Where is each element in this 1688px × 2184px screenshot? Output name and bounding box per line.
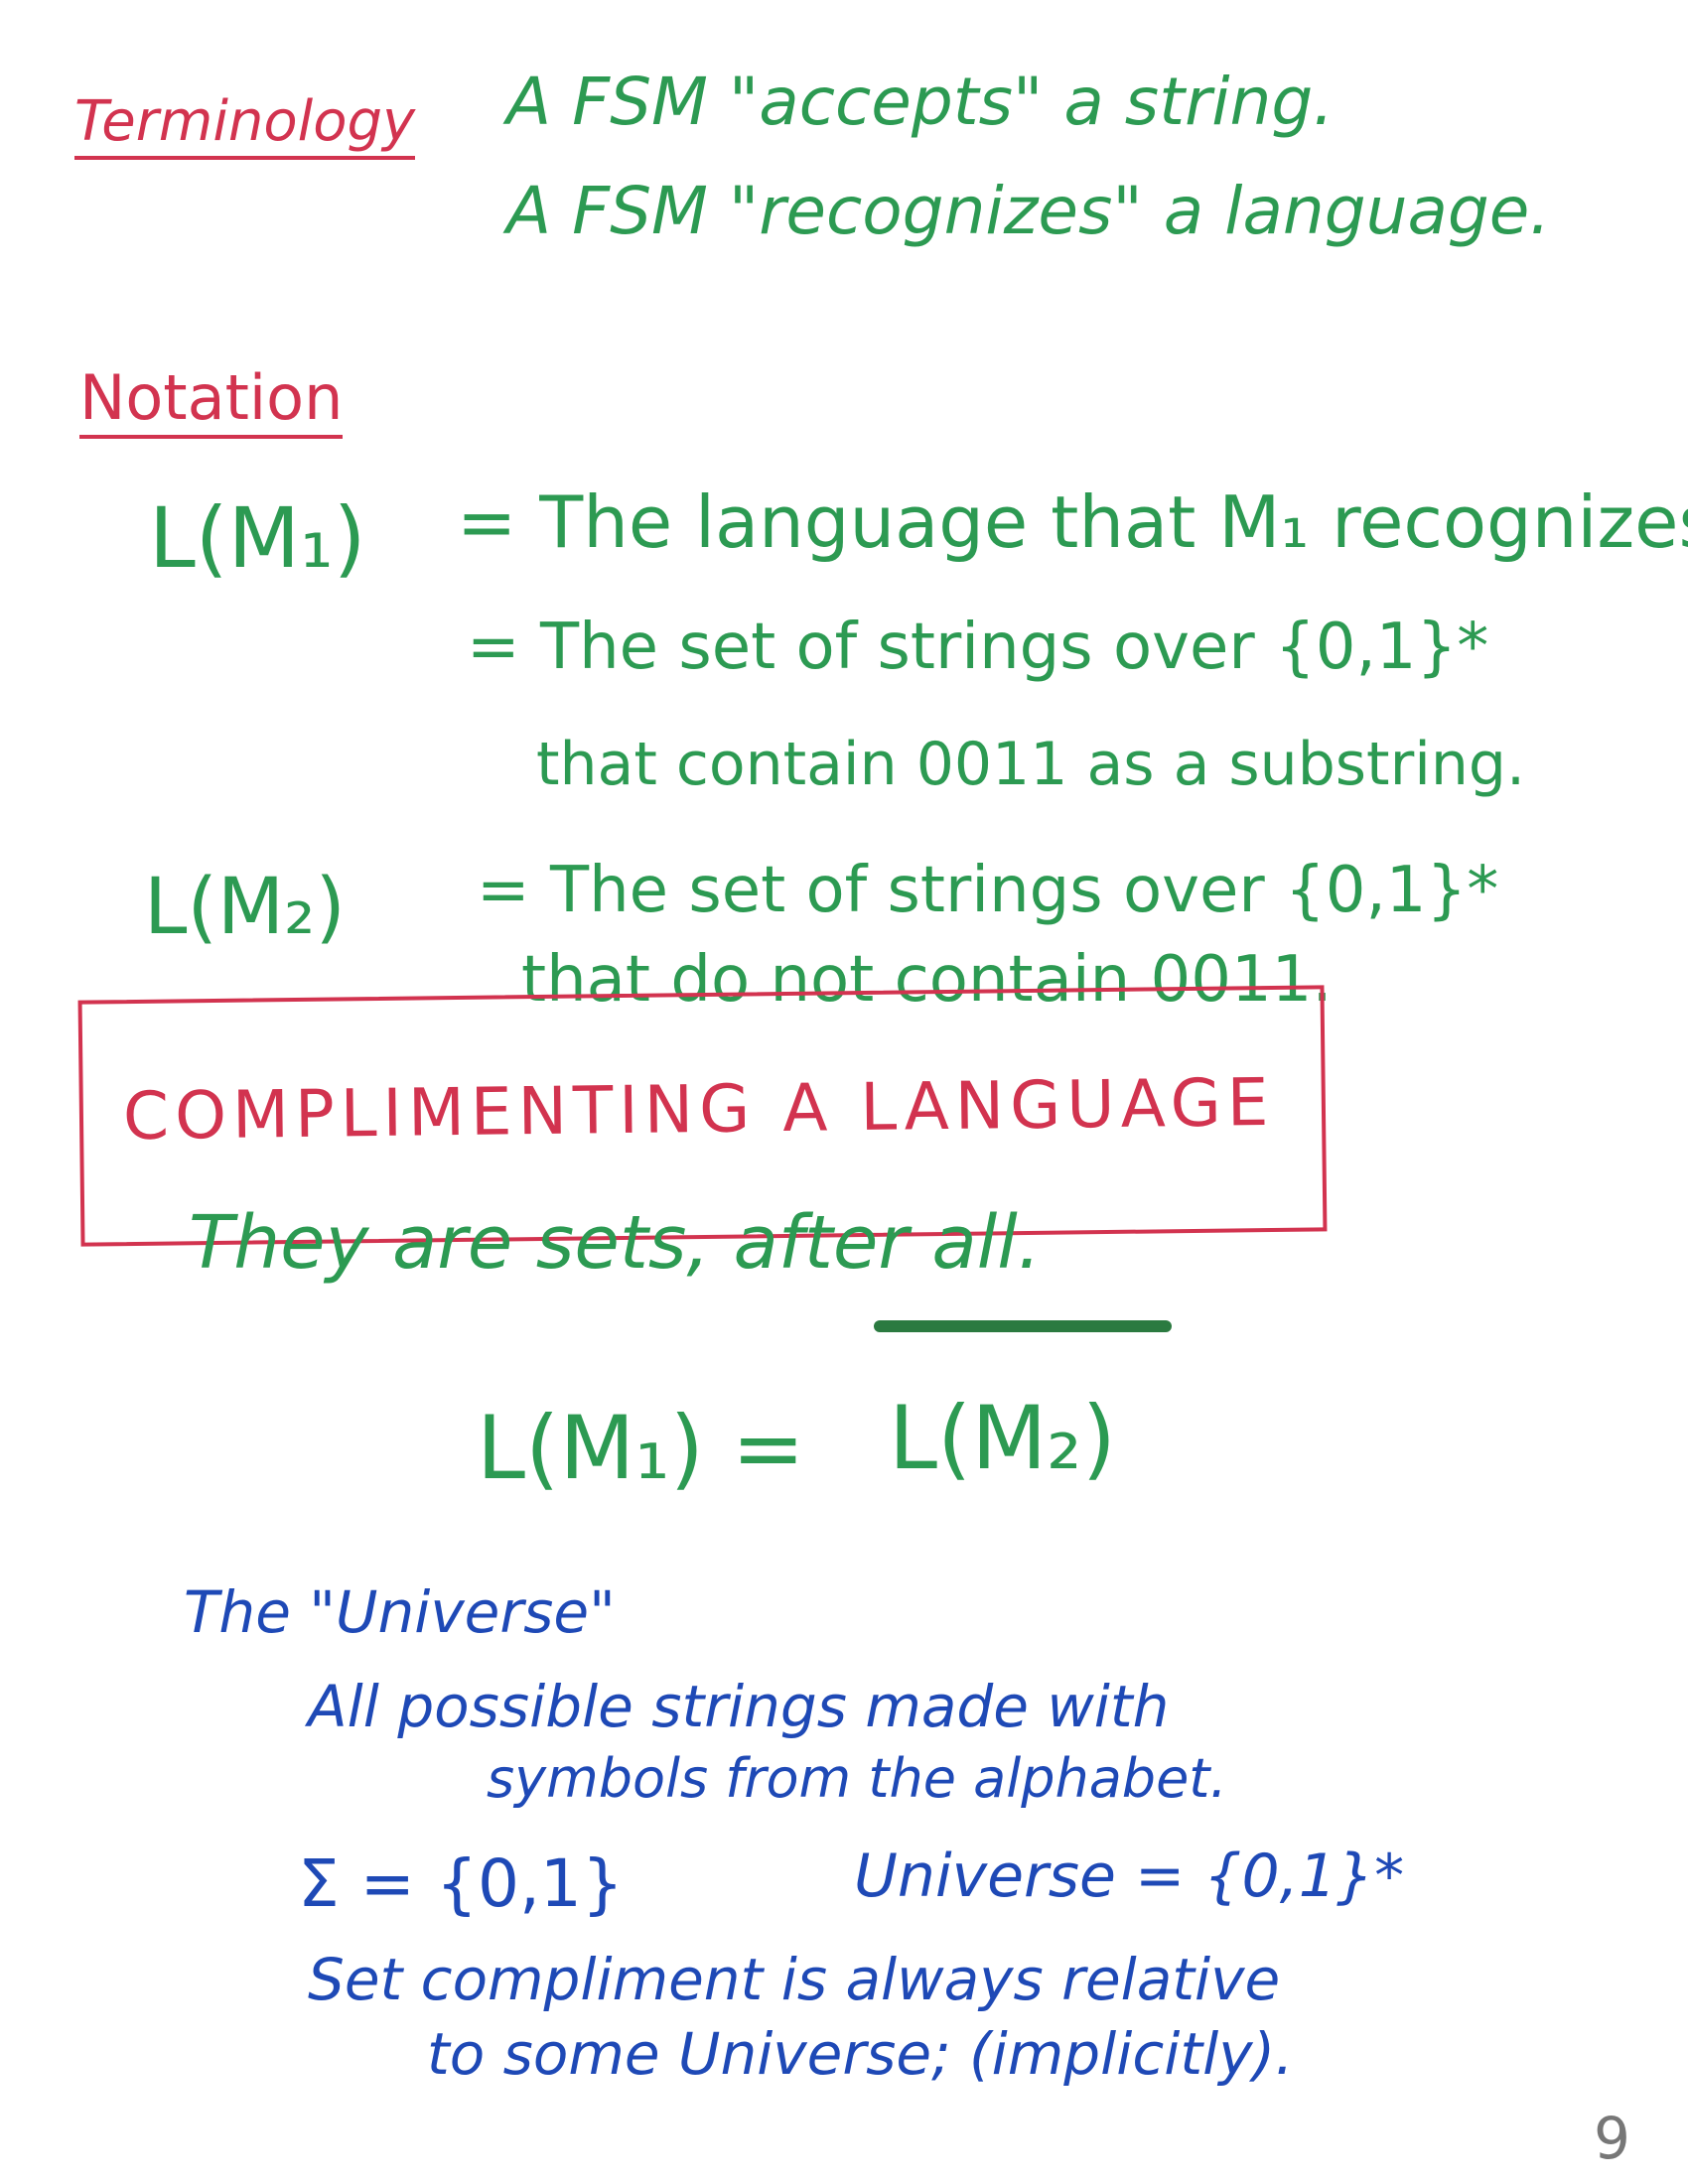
m2-label: L(M₂) [144,863,346,952]
universe-line-relative: Set compliment is always relative [308,1946,1281,2013]
complimenting-a-language-title: COMPLIMENTING A LANGUAGE [122,1063,1275,1156]
universe-heading: The "Universe" [184,1578,616,1646]
m1-definition-1: = The language that M₁ recognizes. [457,480,1688,564]
universe-line-possible-strings: All possible strings made with [308,1673,1170,1740]
complement-overline [874,1320,1172,1332]
complement-equation-left: L(M₁) = [477,1397,805,1499]
page-number: 9 [1594,2105,1630,2172]
terminology-line-recognizes: A FSM "recognizes" a language. [506,173,1551,249]
universe-line-symbols-alphabet: symbols from the alphabet. [487,1747,1227,1810]
terminology-line-accepts: A FSM "accepts" a string. [506,64,1335,140]
universe-line-implicitly: to some Universe; (implicitly). [427,2020,1294,2088]
terminology-heading: Terminology [74,94,416,160]
m1-label: L(M₁) [149,489,366,587]
sets-after-all-line: They are sets, after all. [189,1200,1042,1286]
complement-equation-right: L(M₂) [889,1387,1116,1489]
sigma-alphabet: Σ = {0,1} [298,1845,624,1922]
m1-definition-3: that contain 0011 as a substring. [536,730,1526,799]
universe-equation: Universe = {0,1}* [854,1842,1405,1911]
m1-definition-2: = The set of strings over {0,1}* [467,611,1489,684]
notation-heading: Notation [79,367,344,439]
m2-definition-1: = The set of strings over {0,1}* [477,854,1499,927]
